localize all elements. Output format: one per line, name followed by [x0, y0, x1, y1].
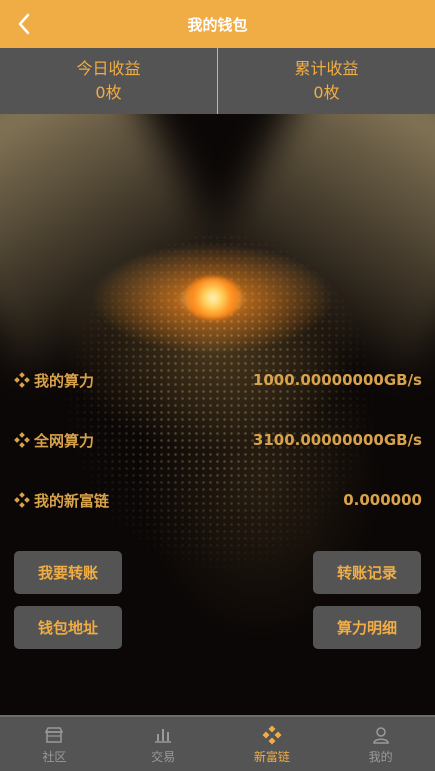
chevron-left-icon — [18, 13, 30, 35]
hashrate-details-button[interactable]: 算力明细 — [313, 606, 421, 649]
my-xinfu-chain-row: 我的新富链 0.000000 — [14, 488, 422, 512]
page-title: 我的钱包 — [187, 15, 248, 34]
my-xinfu-chain-value: 0.000000 — [343, 491, 422, 509]
tab-community-label: 社区 — [42, 750, 67, 764]
tab-trade[interactable]: 交易 — [109, 717, 218, 771]
my-hashrate-row: 我的算力 1000.00000000GB/s — [14, 368, 422, 392]
total-earnings-label: 累计收益 — [294, 59, 359, 78]
network-hashrate-value: 3100.00000000GB/s — [252, 431, 422, 449]
wallet-background-scene: 我的算力 1000.00000000GB/s 全网算力 3100.0000000… — [0, 114, 435, 715]
transfer-button[interactable]: 我要转账 — [14, 551, 122, 594]
header-bar: 我的钱包 — [0, 0, 435, 48]
tab-community[interactable]: 社区 — [0, 717, 109, 771]
earnings-summary: 今日收益 0枚 累计收益 0枚 — [0, 48, 435, 114]
today-earnings-value: 0枚 — [95, 83, 122, 102]
network-hashrate-row: 全网算力 3100.00000000GB/s — [14, 428, 422, 452]
diamond-icon — [14, 372, 30, 388]
tab-trade-label: 交易 — [151, 750, 176, 764]
store-icon — [45, 727, 64, 743]
total-earnings-value: 0枚 — [313, 83, 340, 102]
tab-xinfu-chain[interactable]: 新富链 — [218, 717, 327, 771]
user-icon — [372, 727, 389, 744]
diamond-icon — [14, 432, 30, 448]
diamond-icon — [14, 492, 30, 508]
today-earnings-label: 今日收益 — [76, 59, 141, 78]
back-button[interactable] — [12, 10, 36, 38]
tab-me-label: 我的 — [368, 750, 393, 764]
bottom-tab-bar: 社区 交易 新富链 我的 — [0, 715, 435, 771]
total-earnings: 累计收益 0枚 — [217, 48, 435, 114]
my-xinfu-chain-label: 我的新富链 — [34, 491, 110, 510]
network-hashrate-label: 全网算力 — [34, 431, 95, 450]
diamond-grid-icon — [262, 725, 282, 745]
wallet-address-button[interactable]: 钱包地址 — [14, 606, 122, 649]
transfer-records-button[interactable]: 转账记录 — [313, 551, 421, 594]
my-hashrate-label: 我的算力 — [34, 371, 95, 390]
tab-xinfu-chain-label: 新富链 — [253, 750, 290, 764]
glowing-orb — [184, 277, 242, 319]
tab-me[interactable]: 我的 — [326, 717, 435, 771]
today-earnings: 今日收益 0枚 — [0, 48, 217, 114]
bar-chart-icon — [155, 729, 172, 743]
my-hashrate-value: 1000.00000000GB/s — [252, 371, 422, 389]
